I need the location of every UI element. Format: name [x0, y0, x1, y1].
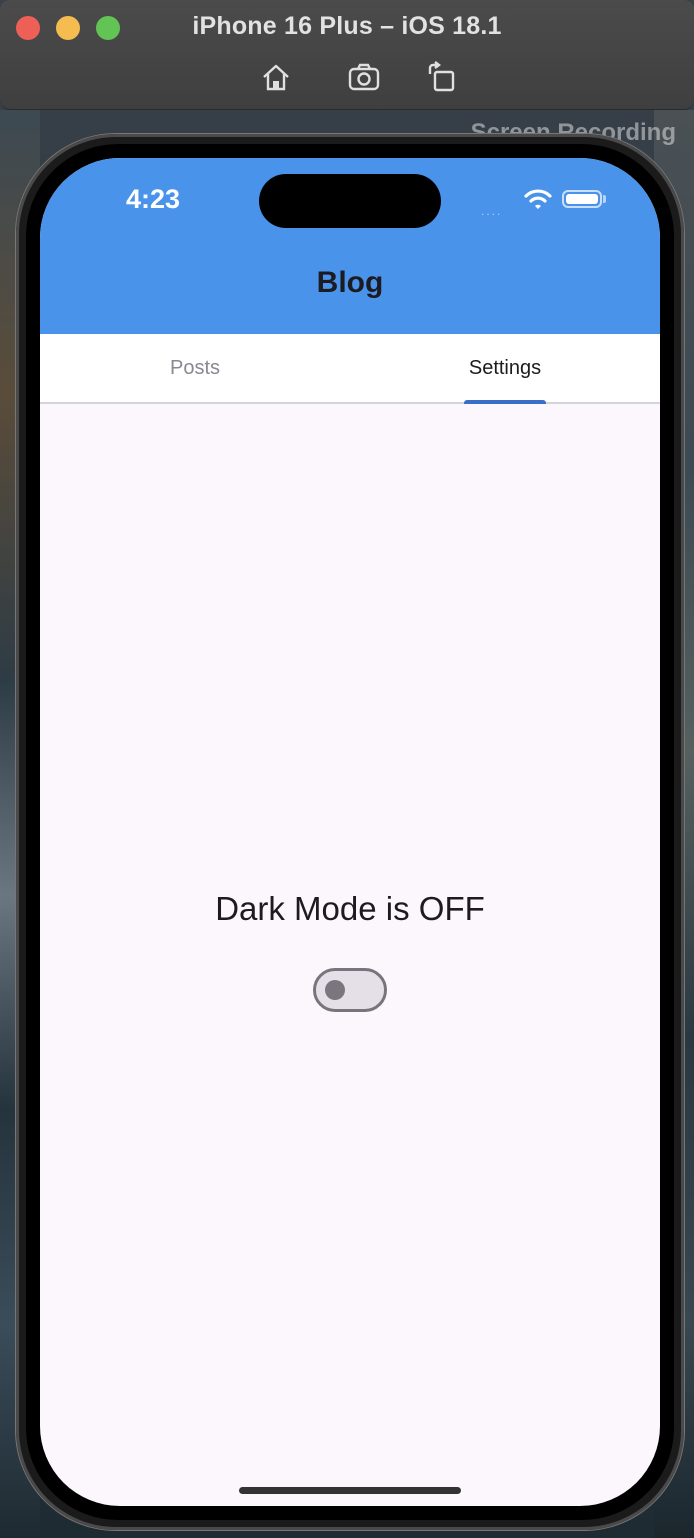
- rotate-icon[interactable]: [424, 60, 460, 96]
- app-title: Blog: [316, 266, 384, 299]
- dark-mode-label: Dark Mode is OFF: [215, 890, 485, 927]
- home-indicator[interactable]: [239, 1487, 461, 1494]
- app-header: 4:23 .... Blog: [40, 158, 660, 334]
- cellular-signal-icon: ....: [481, 204, 503, 218]
- simulator-titlebar: iPhone 16 Plus – iOS 18.1: [0, 0, 694, 110]
- status-time: 4:23: [126, 184, 181, 214]
- dark-mode-switch[interactable]: [313, 968, 387, 1012]
- tab-bar: Posts Settings: [40, 334, 660, 404]
- tab-settings[interactable]: Settings: [350, 334, 660, 402]
- tab-selected-indicator: [464, 400, 546, 404]
- switch-knob: [325, 980, 345, 1000]
- home-icon[interactable]: [258, 60, 294, 96]
- battery-level: [566, 194, 598, 204]
- phone-screen: 4:23 .... Blog Posts Settings Dark Mode …: [40, 158, 660, 1506]
- simulator-title: iPhone 16 Plus – iOS 18.1: [192, 12, 502, 40]
- wifi-icon: [524, 189, 552, 209]
- tab-posts[interactable]: Posts: [40, 334, 350, 402]
- battery-tip: [603, 195, 606, 203]
- screenshot-icon[interactable]: [346, 60, 382, 96]
- battery-icon: [562, 190, 602, 208]
- dynamic-island: [259, 174, 441, 228]
